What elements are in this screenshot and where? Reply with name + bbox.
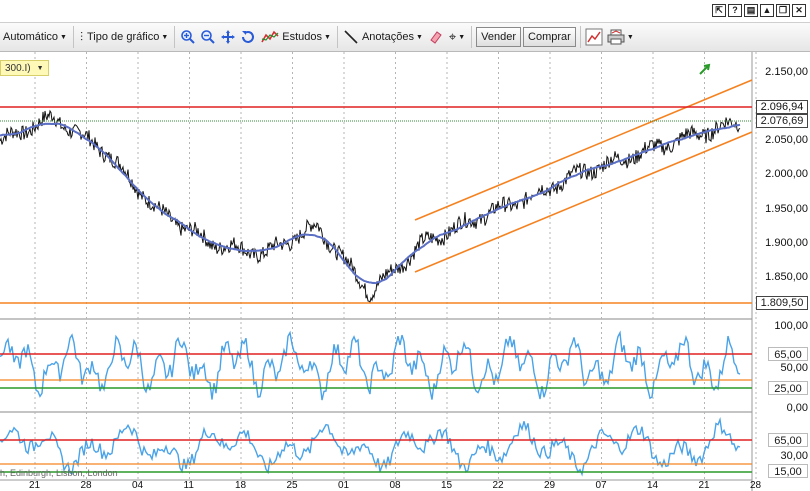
price-axis-label: 2.150,00 [765, 66, 808, 78]
title-bar: ⇱ ? ▤ ▲ ❐ ✕ [0, 0, 810, 22]
timezone-note: h, Edinburgh, Lisbon, London [0, 468, 118, 478]
osc2-lower-tag: 15,00 [768, 464, 808, 478]
annotations-label: Anotações [361, 31, 414, 43]
symbol-label: 300.I) [5, 62, 31, 74]
chevron-down-icon: ▼ [161, 33, 169, 41]
date-tick-label: 14 [647, 480, 659, 491]
date-tick-label: 28 [750, 480, 762, 491]
date-tick-label: 28 [80, 480, 92, 491]
help-icon[interactable]: ? [728, 4, 742, 17]
support-price-tag: 1.809,50 [756, 296, 808, 310]
oscillator-panel-1 [0, 322, 752, 410]
maximize-icon[interactable]: ▲ [760, 4, 774, 17]
osc1-axis-top: 100,00 [774, 320, 808, 332]
print-icon[interactable]: ▤ [744, 4, 758, 17]
date-tick-label: 07 [595, 480, 607, 491]
buy-button[interactable]: Comprar [523, 27, 576, 47]
date-tick-label: 21 [29, 480, 41, 491]
refresh-icon[interactable] [238, 27, 258, 47]
zoom-out-icon[interactable] [198, 27, 218, 47]
studies-icon [261, 30, 279, 43]
price-axis-label: 1.900,00 [765, 237, 808, 249]
toolbar-divider [174, 26, 176, 48]
eraser-icon[interactable] [426, 27, 446, 47]
chevron-down-icon: ▼ [60, 33, 67, 41]
chart-window-icon[interactable] [584, 27, 604, 47]
date-tick-label: 22 [492, 480, 504, 491]
date-tick-label: 25 [286, 480, 298, 491]
export-icon[interactable]: ⇱ [712, 4, 726, 17]
date-tick-label: 01 [338, 480, 350, 491]
chart-type-label: Tipo de gráfico [86, 31, 160, 43]
price-panel [0, 52, 752, 318]
toolbar-divider [579, 26, 581, 48]
osc2-upper-tag: 65,00 [768, 433, 808, 447]
resistance-price-tag: 2.096,94 [756, 100, 808, 114]
date-tick-label: 11 [183, 480, 194, 491]
toolbar-divider [336, 26, 338, 48]
price-axis-label: 2.050,00 [765, 134, 808, 146]
date-tick-label: 04 [132, 480, 144, 491]
chart-toolbar: Automático ▼ ⫶ Tipo de gráfico ▼ Estudos… [0, 22, 810, 52]
window-controls: ⇱ ? ▤ ▲ ❐ ✕ [712, 4, 806, 17]
zoom-in-icon[interactable] [178, 27, 198, 47]
chevron-down-icon: ▼ [458, 33, 466, 41]
chevron-down-icon: ▼ [324, 33, 331, 41]
line-draw-icon [344, 30, 358, 44]
osc2-mid-label: 30,00 [780, 450, 808, 462]
toolbar-divider [471, 26, 473, 48]
price-axis-label: 1.850,00 [765, 271, 808, 283]
price-axis-label: 1.950,00 [765, 203, 808, 215]
close-icon[interactable]: ✕ [792, 4, 806, 17]
symbol-selector[interactable]: 300.I) ▼ [0, 60, 49, 76]
period-dropdown[interactable]: Automático ▼ [0, 25, 70, 49]
period-label: Automático [3, 31, 59, 43]
date-tick-label: 29 [544, 480, 556, 491]
chevron-down-icon: ▼ [415, 33, 423, 41]
osc1-axis-bottom: 0,00 [786, 402, 808, 414]
date-tick-label: 21 [698, 480, 710, 491]
chart-canvas[interactable] [0, 52, 810, 491]
osc1-lower-tag: 25,00 [768, 381, 808, 395]
restore-icon[interactable]: ❐ [776, 4, 790, 17]
chevron-down-icon: ▼ [36, 64, 44, 72]
sell-button[interactable]: Vender [476, 27, 522, 47]
pan-icon[interactable] [218, 27, 238, 47]
studies-label: Estudos [282, 31, 323, 43]
chart-type-dropdown[interactable]: ⫶ Tipo de gráfico ▼ [77, 25, 171, 49]
date-tick-label: 18 [235, 480, 247, 491]
candle-icon: ⫶ [79, 29, 83, 44]
annotations-dropdown[interactable]: Anotações ▼ [341, 25, 426, 49]
price-chart[interactable]: 300.I) ▼ 2.150,00 2.096,94 2.076,69 2.05… [0, 52, 810, 491]
studies-dropdown[interactable]: Estudos ▼ [258, 25, 334, 49]
price-axis-label: 2.000,00 [765, 168, 808, 180]
print-dropdown[interactable]: ▼ [604, 25, 637, 49]
crosshair-icon: ⌖ [448, 29, 457, 44]
printer-icon [607, 29, 625, 45]
chevron-down-icon: ▼ [626, 33, 634, 41]
date-tick-label: 08 [389, 480, 401, 491]
osc1-axis-mid: 50,00 [780, 362, 808, 374]
crosshair-dropdown[interactable]: ⌖ ▼ [446, 25, 468, 49]
toolbar-divider [72, 26, 74, 48]
date-tick-label: 15 [441, 480, 453, 491]
osc1-upper-tag: 65,00 [768, 347, 808, 361]
last-price-tag: 2.076,69 [756, 114, 808, 128]
